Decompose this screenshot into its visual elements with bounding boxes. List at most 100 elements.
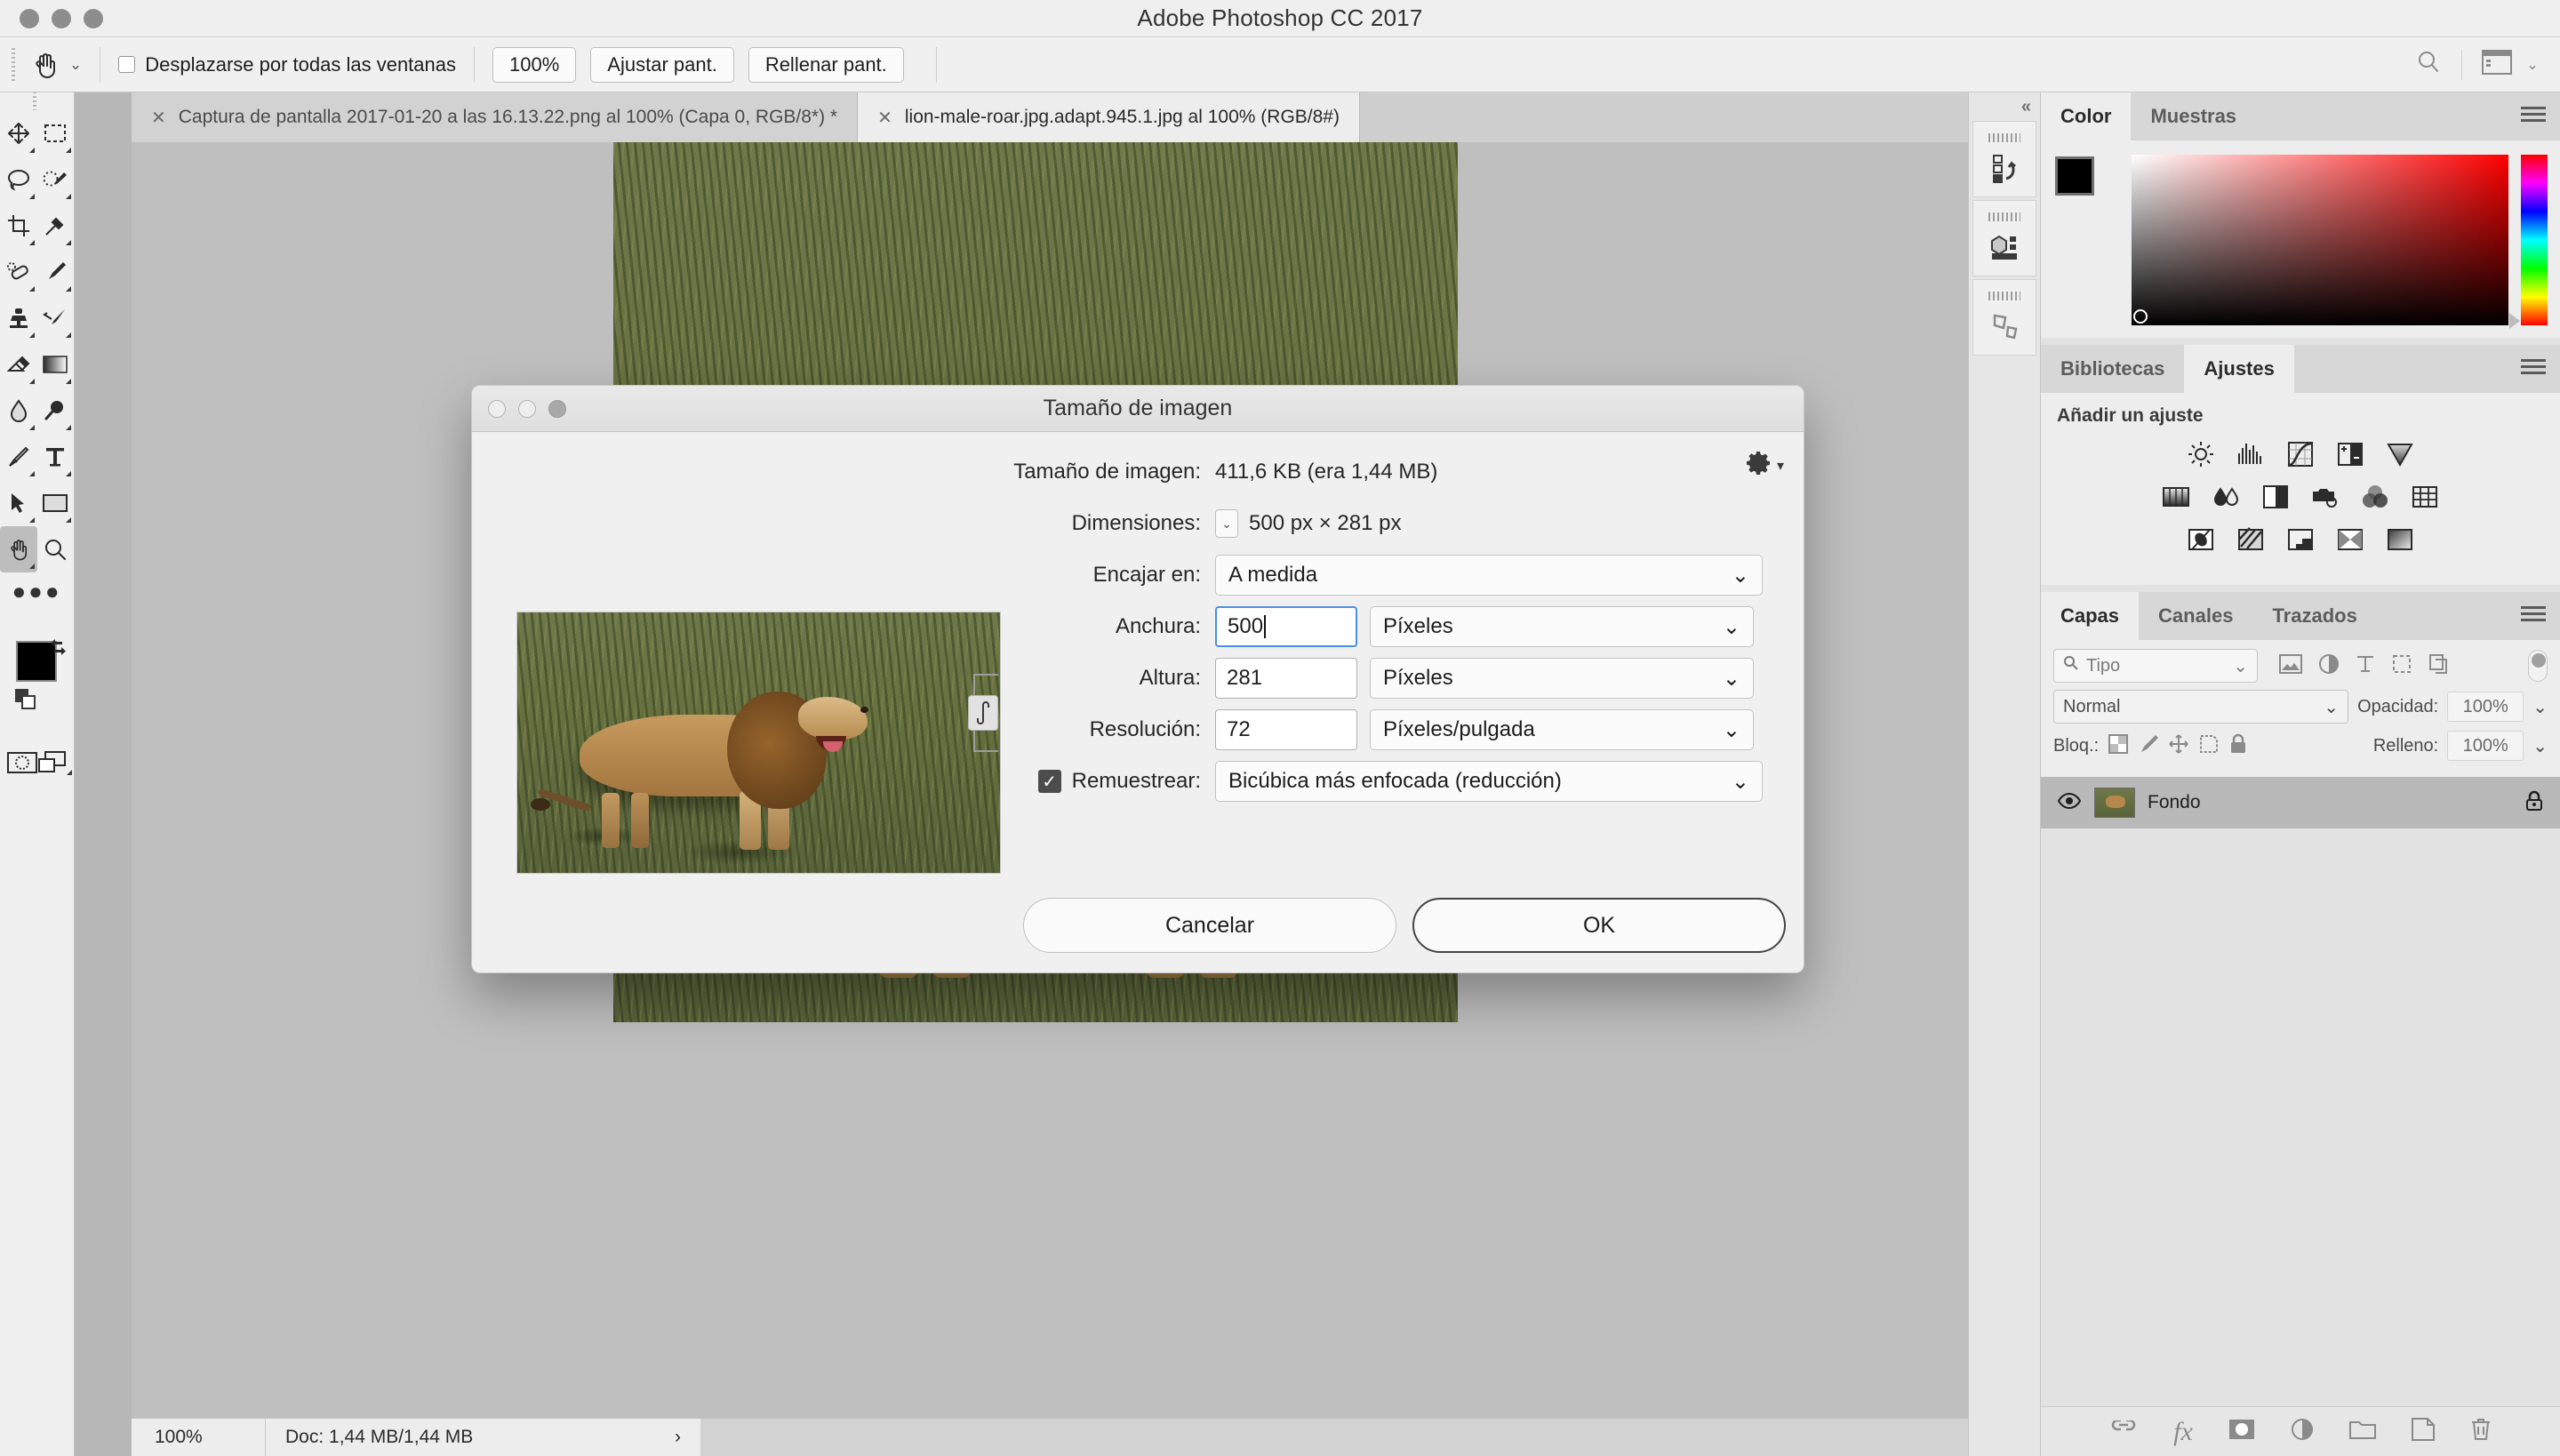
layer-style-icon[interactable]: fx <box>2173 1417 2193 1447</box>
fit-to-select[interactable]: A medida ⌄ <box>1215 555 1763 596</box>
tab-ajustes[interactable]: Ajustes <box>2184 345 2294 393</box>
hue-saturation-icon[interactable] <box>2161 482 2191 512</box>
zoom-tool-icon[interactable] <box>37 526 75 572</box>
new-layer-icon[interactable] <box>2411 1418 2435 1445</box>
new-group-icon[interactable] <box>2348 1419 2376 1444</box>
tools-panel-grip[interactable] <box>0 92 74 110</box>
adjustment-layer-icon[interactable] <box>2291 1418 2314 1445</box>
filter-smart-icon[interactable] <box>2428 653 2450 679</box>
layer-filter-select[interactable]: Tipo ⌄ <box>2053 649 2258 683</box>
quick-mask-mode-icon[interactable] <box>7 752 37 778</box>
hue-slider[interactable] <box>2509 155 2548 329</box>
tab-trazados[interactable]: Trazados <box>2252 592 2377 640</box>
gradient-tool-icon[interactable] <box>37 341 75 388</box>
resample-method-select[interactable]: Bicúbica más enfocada (reducción) ⌄ <box>1215 761 1763 802</box>
document-info[interactable]: Doc: 1,44 MB/1,44 MB › <box>265 1419 700 1456</box>
chevron-down-icon[interactable]: ⌄ <box>1732 769 1749 795</box>
blend-mode-select[interactable]: Normal ⌄ <box>2053 690 2349 724</box>
filter-shape-icon[interactable] <box>2391 653 2412 679</box>
close-icon[interactable]: ✕ <box>877 107 892 129</box>
exposure-icon[interactable] <box>2335 439 2365 469</box>
levels-icon[interactable] <box>2236 439 2266 469</box>
width-unit-select[interactable]: Píxeles ⌄ <box>1370 606 1754 647</box>
document-tab-2[interactable]: ✕ lion-male-roar.jpg.adapt.945.1.jpg al … <box>858 92 1360 142</box>
dodge-tool-icon[interactable] <box>37 388 75 434</box>
photo-filter-icon[interactable] <box>2310 482 2340 512</box>
chevron-down-icon[interactable]: ⌄ <box>1723 614 1740 640</box>
tab-color[interactable]: Color <box>2041 92 2132 140</box>
layer-filter-toggle[interactable] <box>2528 650 2548 682</box>
eraser-tool-icon[interactable] <box>0 341 37 388</box>
rectangle-tool-icon[interactable] <box>37 480 75 526</box>
filter-adjustment-icon[interactable] <box>2318 653 2340 679</box>
resample-checkbox[interactable]: ✓ <box>1037 770 1061 793</box>
curves-icon[interactable] <box>2285 439 2316 469</box>
selective-color-icon[interactable] <box>2385 524 2415 555</box>
lock-all-icon[interactable] <box>2228 733 2248 759</box>
black-white-icon[interactable] <box>2260 482 2291 512</box>
gradient-map-icon[interactable] <box>2335 524 2365 555</box>
chevron-down-icon[interactable]: ⌄ <box>2532 735 2548 757</box>
collapse-panels-icon[interactable]: « <box>1969 92 2040 121</box>
fill-value[interactable]: 100% <box>2447 731 2524 761</box>
color-balance-icon[interactable] <box>2211 482 2241 512</box>
chevron-down-icon[interactable]: ⌄ <box>2526 56 2539 74</box>
fill-screen-button[interactable]: Rellenar pant. <box>748 46 904 83</box>
tab-canales[interactable]: Canales <box>2139 592 2253 640</box>
zoom-100-button[interactable]: 100% <box>492 46 577 83</box>
tab-bibliotecas[interactable]: Bibliotecas <box>2041 345 2185 393</box>
more-tools-icon[interactable]: ●●● <box>0 578 74 605</box>
link-layers-icon[interactable] <box>2109 1419 2138 1443</box>
lock-icon[interactable] <box>2524 790 2544 816</box>
pen-tool-icon[interactable] <box>0 434 37 480</box>
path-selection-tool-icon[interactable] <box>0 480 37 526</box>
chevron-right-icon[interactable]: › <box>675 1427 681 1448</box>
scroll-all-windows-checkbox[interactable]: Desplazarse por todas las ventanas <box>118 53 456 76</box>
chevron-down-icon[interactable]: ⌄ <box>1723 666 1740 692</box>
chevron-down-icon[interactable]: ⌄ <box>69 56 82 74</box>
panel-menu-icon[interactable] <box>2521 105 2546 129</box>
history-brush-tool-icon[interactable] <box>37 295 75 341</box>
default-colors-icon[interactable] <box>15 689 38 716</box>
vibrance-icon[interactable] <box>2385 439 2415 469</box>
lock-position-icon[interactable] <box>2168 733 2189 759</box>
cancel-button[interactable]: Cancelar <box>1023 898 1396 953</box>
panel-menu-icon[interactable] <box>2521 604 2546 628</box>
checkbox-box[interactable] <box>118 56 136 73</box>
layer-mask-icon[interactable] <box>2228 1419 2255 1444</box>
height-unit-select[interactable]: Píxeles ⌄ <box>1370 658 1754 699</box>
quick-selection-tool-icon[interactable] <box>37 156 75 203</box>
color-lookup-icon[interactable] <box>2410 482 2440 512</box>
width-input[interactable]: 500 <box>1215 606 1357 647</box>
opacity-value[interactable]: 100% <box>2447 692 2524 722</box>
layer-row-fondo[interactable]: Fondo <box>2041 777 2560 828</box>
lock-transparency-icon[interactable] <box>2108 733 2129 759</box>
brightness-contrast-icon[interactable] <box>2186 439 2216 469</box>
image-preview[interactable] <box>516 612 1001 874</box>
lock-image-icon[interactable] <box>2138 733 2159 759</box>
panel-menu-icon[interactable] <box>2521 357 2546 381</box>
properties-panel-icon[interactable] <box>1972 279 2036 356</box>
screen-mode-icon[interactable] <box>37 751 75 779</box>
invert-icon[interactable] <box>2186 524 2216 555</box>
type-tool-icon[interactable] <box>37 434 75 480</box>
zoom-level[interactable]: 100% <box>132 1419 265 1456</box>
rectangular-marquee-tool-icon[interactable] <box>37 110 75 156</box>
brush-tool-icon[interactable] <box>37 249 75 295</box>
close-icon[interactable]: ✕ <box>151 107 166 129</box>
hand-tool-icon[interactable] <box>0 526 37 572</box>
foreground-color-swatch[interactable] <box>2055 156 2094 196</box>
crop-tool-icon[interactable] <box>0 203 37 249</box>
spot-healing-brush-tool-icon[interactable] <box>0 249 37 295</box>
active-tool-preset[interactable]: ⌄ <box>30 50 82 80</box>
lasso-tool-icon[interactable] <box>0 156 37 203</box>
channel-mixer-icon[interactable] <box>2360 482 2390 512</box>
lock-artboard-icon[interactable] <box>2198 733 2220 759</box>
chevron-down-icon[interactable]: ⌄ <box>1723 717 1740 743</box>
clone-stamp-tool-icon[interactable] <box>0 295 37 341</box>
blur-tool-icon[interactable] <box>0 388 37 434</box>
history-panel-icon[interactable] <box>1972 121 2036 197</box>
color-field[interactable] <box>2132 155 2508 325</box>
height-input[interactable]: 281 <box>1215 658 1357 699</box>
chevron-down-icon[interactable]: ⌄ <box>2233 655 2248 677</box>
